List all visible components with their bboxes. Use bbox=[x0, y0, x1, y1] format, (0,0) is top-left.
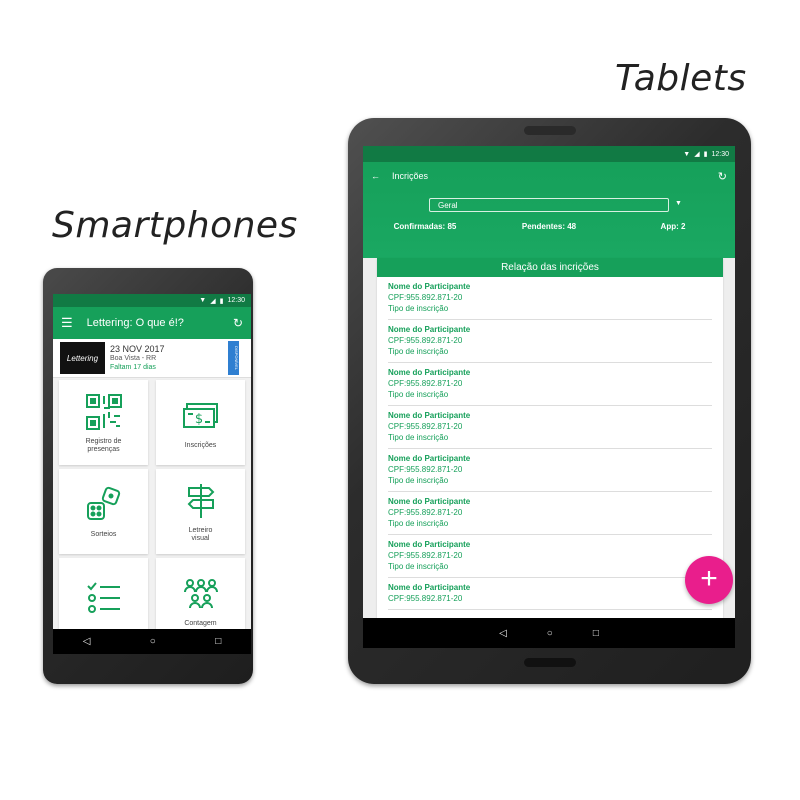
list-item[interactable]: Nome do Participante CPF:955.892.871-20 Ti… bbox=[388, 406, 712, 449]
signal-icon: ◢ bbox=[210, 297, 216, 305]
tile-label: Letreiro visual bbox=[188, 526, 213, 542]
qr-code-icon bbox=[85, 393, 122, 430]
tile-raffles[interactable]: Sorteios bbox=[59, 469, 148, 554]
tablet-app-bar: ← Incrições ↻ Geral ▼ Confirmadas: 85 Pe… bbox=[363, 162, 735, 258]
tile-label: Inscrições bbox=[184, 441, 217, 449]
signal-icon: ◢ bbox=[694, 151, 700, 158]
tile-label: Contagem bbox=[184, 619, 217, 627]
app-count: App: 2 bbox=[660, 222, 686, 231]
availability-badge: DISPONÍVEL bbox=[228, 341, 239, 375]
back-arrow-icon[interactable]: ← bbox=[371, 171, 380, 181]
registration-counts: Confirmadas: 85 Pendentes: 48 App: 2 bbox=[363, 222, 735, 231]
tablet-screen: ▼ ◢ ▮ 12:30 ← Incrições ↻ Geral ▼ Confir… bbox=[363, 146, 735, 618]
svg-text:$: $ bbox=[194, 412, 202, 427]
list-item[interactable]: Nome do Participante CPF:955.892.871-20 Ti… bbox=[388, 277, 712, 320]
pending-count: Pendentes: 48 bbox=[521, 222, 577, 231]
signpost-icon bbox=[187, 483, 214, 518]
event-location: Boa Vista - RR bbox=[110, 354, 157, 362]
tile-attendance[interactable]: Registro de presenças bbox=[59, 380, 148, 465]
phone-app-bar: ☰ Lettering: O que é!? ↻ bbox=[53, 307, 251, 339]
app-title: Lettering: O que é!? bbox=[86, 317, 184, 329]
list-item[interactable]: Nome do Participante CPF:955.892.871-20 Ti… bbox=[388, 492, 712, 535]
event-remaining: Faltam 17 dias bbox=[110, 363, 156, 371]
list-item[interactable]: Nome do Participante CPF:955.892.871-20 Ti… bbox=[388, 535, 712, 578]
home-icon[interactable]: ○ bbox=[150, 636, 156, 647]
recent-apps-icon[interactable]: □ bbox=[215, 636, 221, 647]
refresh-icon[interactable]: ↻ bbox=[718, 170, 727, 183]
confirmed-count: Confirmadas: 85 bbox=[393, 222, 457, 231]
back-icon[interactable]: ◁ bbox=[83, 636, 91, 647]
menu-icon[interactable]: ☰ bbox=[61, 315, 73, 331]
refresh-icon[interactable]: ↻ bbox=[233, 316, 243, 330]
tablet-speaker bbox=[524, 658, 576, 667]
dropdown-arrow-icon[interactable]: ▼ bbox=[675, 200, 682, 207]
tile-registrations[interactable]: $ Inscrições bbox=[156, 380, 245, 465]
phone-nav-bar: ◁ ○ □ bbox=[53, 629, 251, 654]
list-item[interactable]: Nome do Participante CPF:955.892.871-20 Ti… bbox=[388, 449, 712, 492]
tile-signboard[interactable]: Letreiro visual bbox=[156, 469, 245, 554]
battery-icon: ▮ bbox=[219, 297, 224, 305]
filter-select[interactable]: Geral bbox=[429, 198, 669, 212]
list-item[interactable]: Nome do Participante CPF:955.892.871-20 Ti… bbox=[388, 320, 712, 363]
event-card[interactable]: Lettering 23 NOV 2017 Boa Vista - RR Fal… bbox=[53, 339, 251, 378]
people-icon bbox=[183, 578, 218, 608]
list-title: Relação das incrições bbox=[377, 258, 723, 277]
phone-screen: ▼ ◢ ▮ 12:30 ☰ Lettering: O que é!? ↻ Let… bbox=[53, 294, 251, 654]
add-button[interactable]: + bbox=[685, 556, 733, 604]
tablet-speaker bbox=[524, 126, 576, 135]
event-thumbnail: Lettering bbox=[60, 342, 105, 374]
dice-icon bbox=[86, 486, 120, 520]
checklist-icon bbox=[86, 581, 120, 613]
feature-grid: Registro de presenças $ Inscrições Sorte… bbox=[59, 380, 245, 643]
tablet-device: ▼ ◢ ▮ 12:30 ← Incrições ↻ Geral ▼ Confir… bbox=[348, 118, 751, 684]
tablet-nav-bar: ◁ ○ □ bbox=[363, 618, 735, 648]
tablet-status-bar: ▼ ◢ ▮ 12:30 bbox=[363, 146, 735, 162]
home-icon[interactable]: ○ bbox=[547, 628, 553, 639]
tile-label: Registro de presenças bbox=[85, 437, 122, 453]
tile-label: Sorteios bbox=[90, 530, 117, 538]
event-date: 23 NOV 2017 bbox=[110, 343, 165, 354]
smartphone-device: ▼ ◢ ▮ 12:30 ☰ Lettering: O que é!? ↻ Let… bbox=[43, 268, 253, 684]
status-time: 12:30 bbox=[227, 297, 245, 304]
phone-status-bar: ▼ ◢ ▮ 12:30 bbox=[53, 294, 251, 307]
tablets-caption: Tablets bbox=[615, 58, 747, 99]
app-title: Incrições bbox=[392, 171, 429, 181]
wifi-icon: ▼ bbox=[199, 297, 207, 304]
list-item[interactable]: Nome do Participante CPF:955.892.871-20 Ti… bbox=[388, 363, 712, 406]
registrations-list-card: Relação das incrições Nome do Participan… bbox=[377, 258, 723, 618]
list-item[interactable]: Nome do Participante CPF:955.892.871-20 bbox=[388, 578, 712, 610]
money-icon: $ bbox=[182, 402, 218, 428]
smartphones-caption: Smartphones bbox=[52, 205, 298, 246]
recent-apps-icon[interactable]: □ bbox=[593, 628, 599, 639]
status-time: 12:30 bbox=[711, 150, 729, 158]
battery-icon: ▮ bbox=[703, 151, 708, 158]
wifi-icon: ▼ bbox=[683, 150, 691, 158]
event-info: 23 NOV 2017 Boa Vista - RR Faltam 17 dia… bbox=[110, 343, 165, 372]
back-icon[interactable]: ◁ bbox=[499, 628, 507, 639]
